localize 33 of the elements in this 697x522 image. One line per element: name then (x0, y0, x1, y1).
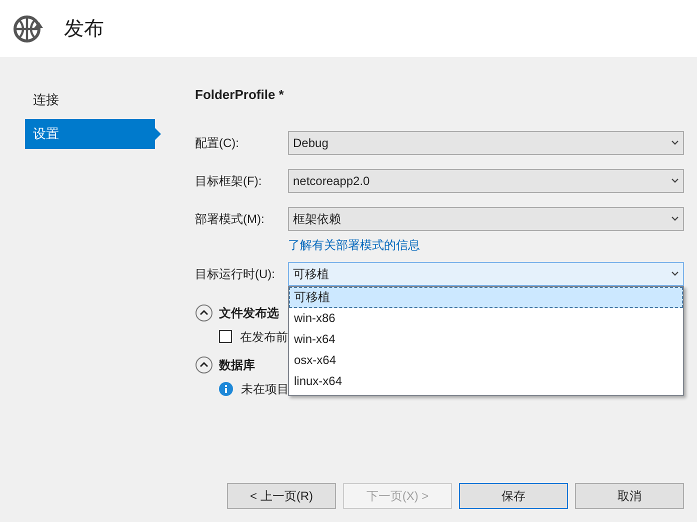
dropdown-option[interactable]: win-x86 (289, 308, 683, 328)
info-link[interactable]: 了解有关部署模式的信息 (288, 236, 684, 254)
field-label: 目标框架(F): (195, 172, 263, 190)
chevron-down-icon (671, 271, 679, 276)
dropdown-field[interactable]: Debug (288, 130, 684, 154)
checkbox[interactable] (219, 330, 232, 343)
sidebar-item[interactable]: 连接 (25, 85, 155, 115)
section-title: 文件发布选 (219, 304, 279, 322)
dialog-button[interactable]: 保存 (459, 483, 568, 509)
dropdown-field[interactable]: 可移植 (288, 262, 684, 286)
dropdown-field[interactable]: netcoreapp2.0 (288, 168, 684, 192)
sidebar-item[interactable]: 设置 (25, 119, 161, 149)
dropdown-option[interactable]: osx-x64 (289, 350, 683, 370)
field-label: 配置(C): (195, 134, 240, 152)
profile-title: FolderProfile * (195, 86, 285, 104)
dropdown-option[interactable]: win-x64 (289, 328, 683, 350)
info-icon (219, 382, 233, 396)
chevron-down-icon (671, 178, 679, 183)
dropdown-field[interactable]: 框架依赖 (288, 206, 684, 230)
window-title: 发布 (64, 16, 104, 42)
chevron-down-icon (671, 216, 679, 221)
field-label: 目标运行时(U): (195, 266, 276, 282)
info-text: 未在项目 (241, 380, 289, 398)
dialog-button[interactable]: 取消 (575, 483, 684, 509)
checkbox-label: 在发布前 (240, 328, 288, 346)
field-label: 部署模式(M): (195, 210, 266, 228)
collapse-icon[interactable] (195, 356, 213, 374)
dropdown-option[interactable]: 可移植 (289, 286, 683, 308)
collapse-icon[interactable] (195, 304, 213, 322)
dropdown-option[interactable]: linux-x64 (289, 370, 683, 392)
section-title: 数据库 (219, 356, 255, 374)
dialog-button[interactable]: < 上一页(R) (227, 483, 336, 509)
chevron-down-icon (671, 140, 679, 145)
